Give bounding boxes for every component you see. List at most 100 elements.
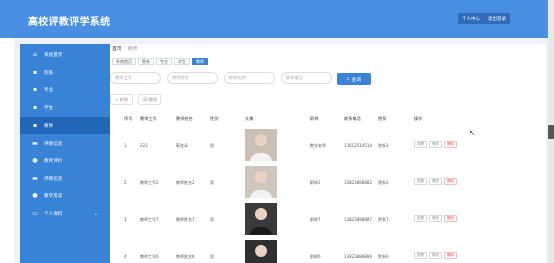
sidebar-item-label: 教学反思 [44, 193, 63, 199]
grid-icon: ▪ [32, 104, 38, 111]
tab[interactable]: 学生 [174, 58, 190, 65]
row-edit-button[interactable]: 修改 [429, 252, 442, 259]
cell-gender: 男 [210, 254, 214, 259]
cell-title: 职称6 [310, 254, 321, 259]
cell-index: 4 [124, 254, 127, 259]
tab-strip: 系统首页 院系 专业 学生 教师 [112, 58, 208, 65]
sidebar-item[interactable]: ● 教师评价 [20, 152, 110, 169]
tab[interactable]: 院系 [138, 58, 154, 65]
profile-icon: ▭ [32, 210, 38, 217]
table-header: 序号 教师工号 教师姓名 性别 头像 职称 联系电话 院系 操作 [110, 116, 530, 125]
chevron-down-icon: ⌄ [93, 210, 98, 217]
row-edit-button[interactable]: 修改 [429, 178, 442, 185]
column-header: 性别 [210, 116, 219, 121]
sidebar-item[interactable]: ▪ 学生 [20, 99, 110, 116]
row-delete-button[interactable]: 删除 [444, 178, 457, 185]
cell-phone: 13823888887 [344, 217, 372, 222]
cell-dept: 院系2 [378, 180, 389, 185]
cell-no: 教师工号6 [140, 254, 159, 259]
cell-gender: 男 [210, 180, 214, 185]
cell-title: 职称7 [310, 217, 321, 222]
scrollbar-thumb[interactable] [548, 125, 554, 139]
column-header: 教师工号 [140, 116, 157, 121]
row-view-button[interactable]: 查看 [414, 178, 427, 185]
breadcrumb-current: 教师 [127, 47, 138, 52]
column-header: 职称 [310, 116, 319, 121]
sidebar-item[interactable]: ▪ 教师 [20, 117, 110, 134]
sidebar-item-label: 专业 [44, 87, 54, 93]
teacher-name-input[interactable]: 教师姓名 [167, 72, 218, 84]
tab[interactable]: 教师 [192, 58, 208, 65]
row-view-button[interactable]: 查看 [414, 141, 427, 148]
sidebar-item[interactable]: ▭ 个人资料 ⌄ [20, 205, 110, 222]
phone-input[interactable]: 联系电话 [281, 72, 332, 84]
delete-button[interactable]: ⌫ 删除 [138, 94, 161, 105]
logout-link[interactable]: 退出登录 [488, 16, 506, 22]
home-icon: ⌂ [33, 51, 37, 58]
sidebar-item[interactable]: ▬ 评教信息 [20, 135, 110, 152]
cell-no: 教师工号2 [140, 180, 159, 185]
row-edit-button[interactable]: 修改 [429, 215, 442, 222]
column-header: 联系电话 [344, 116, 361, 121]
cell-name: 教师姓名7 [176, 217, 195, 222]
cell-name: 靳花朵 [176, 143, 188, 148]
personal-center-link[interactable]: 个人中心 [462, 16, 480, 22]
table-row: 4 教师工号6 教师姓名6 男 职称6 13823888886 院系6 查看 修改 删除 [110, 238, 530, 263]
cell-dept: 院系7 [378, 217, 389, 222]
breadcrumb-home[interactable]: 首页 [112, 45, 122, 52]
pin-icon: ● [32, 192, 38, 199]
cell-index: 1 [124, 143, 127, 148]
row-delete-button[interactable]: 删除 [444, 215, 457, 222]
sidebar-item[interactable]: ▪ 专业 [20, 81, 110, 98]
sidebar-item[interactable]: ⌂ 系统首页 [20, 46, 110, 63]
delete-button-label: 删除 [148, 96, 158, 102]
tab[interactable]: 专业 [156, 58, 172, 65]
sidebar-item-label: 个人资料 [44, 211, 63, 217]
sidebar-item-label: 系统首页 [44, 52, 63, 58]
avatar [245, 129, 277, 161]
top-actions: 个人中心 退出登录 [458, 13, 510, 24]
sidebar-item-label: 评教信息 [44, 141, 63, 147]
tab[interactable]: 系统首页 [112, 58, 136, 65]
column-header: 操作 [414, 116, 423, 121]
cell-dept: 院系6 [378, 254, 389, 259]
app-title: 高校评教评学系统 [28, 17, 111, 28]
row-edit-button[interactable]: 修改 [429, 141, 442, 148]
folder-icon: ▬ [32, 140, 38, 147]
plus-icon: + [115, 97, 119, 102]
row-view-button[interactable]: 查看 [414, 215, 427, 222]
add-button-label: 新增 [119, 96, 128, 102]
sidebar: ⌂ 系统首页 ▪ 院系 ▪ 专业 ▪ 学生 ▪ 教师 ▬ 评教信息 ● 教师评价 ▬ 评教信息 ● 教学反思 ▭ 个人… [20, 44, 110, 263]
breadcrumb: 首页 教师 [112, 45, 137, 52]
cell-dept: 院系3 [378, 143, 389, 148]
search-row: 教师工号 教师姓名 职称名称 联系电话 [110, 72, 338, 86]
cell-index: 2 [124, 180, 127, 185]
avatar [245, 166, 277, 198]
row-delete-button[interactable]: 删除 [444, 252, 457, 259]
sidebar-item[interactable]: ● 教学反思 [20, 187, 110, 204]
add-button[interactable]: + 新增 [110, 94, 133, 105]
sidebar-item[interactable]: ▬ 评教信息 [20, 170, 110, 187]
sidebar-item-label: 院系 [44, 70, 54, 76]
row-delete-button[interactable]: 删除 [444, 141, 457, 148]
sidebar-item-label: 教师评价 [44, 158, 63, 164]
cell-gender: 男 [210, 217, 214, 222]
sidebar-item-label: 教师 [44, 123, 54, 129]
table-row: 1 222 靳花朵 男 数学老师 13612514514 院系3 查看 修改 删除 [110, 127, 530, 163]
column-header: 头像 [245, 116, 254, 121]
cell-phone: 13823888882 [344, 180, 372, 185]
table-row: 2 教师工号2 教师姓名2 男 职称2 13823888882 院系2 查看 修改 删除 [110, 164, 530, 200]
grid-icon: ▪ [32, 69, 38, 76]
cell-gender: 男 [210, 143, 214, 148]
top-bar: 高校评教评学系统 个人中心 退出登录 [0, 0, 554, 38]
cog-icon: ● [32, 157, 38, 164]
title-input[interactable]: 职称名称 [224, 72, 275, 84]
column-header: 教师姓名 [176, 116, 193, 121]
sidebar-item[interactable]: ▪ 院系 [20, 64, 110, 81]
search-button[interactable]: ⌕ 查询 [337, 73, 371, 85]
row-view-button[interactable]: 查看 [414, 252, 427, 259]
teacher-no-input[interactable]: 教师工号 [110, 72, 161, 84]
search-icon: ⌕ [346, 77, 350, 82]
cell-phone: 13823888886 [344, 254, 372, 259]
sidebar-item-label: 评教信息 [44, 176, 63, 182]
